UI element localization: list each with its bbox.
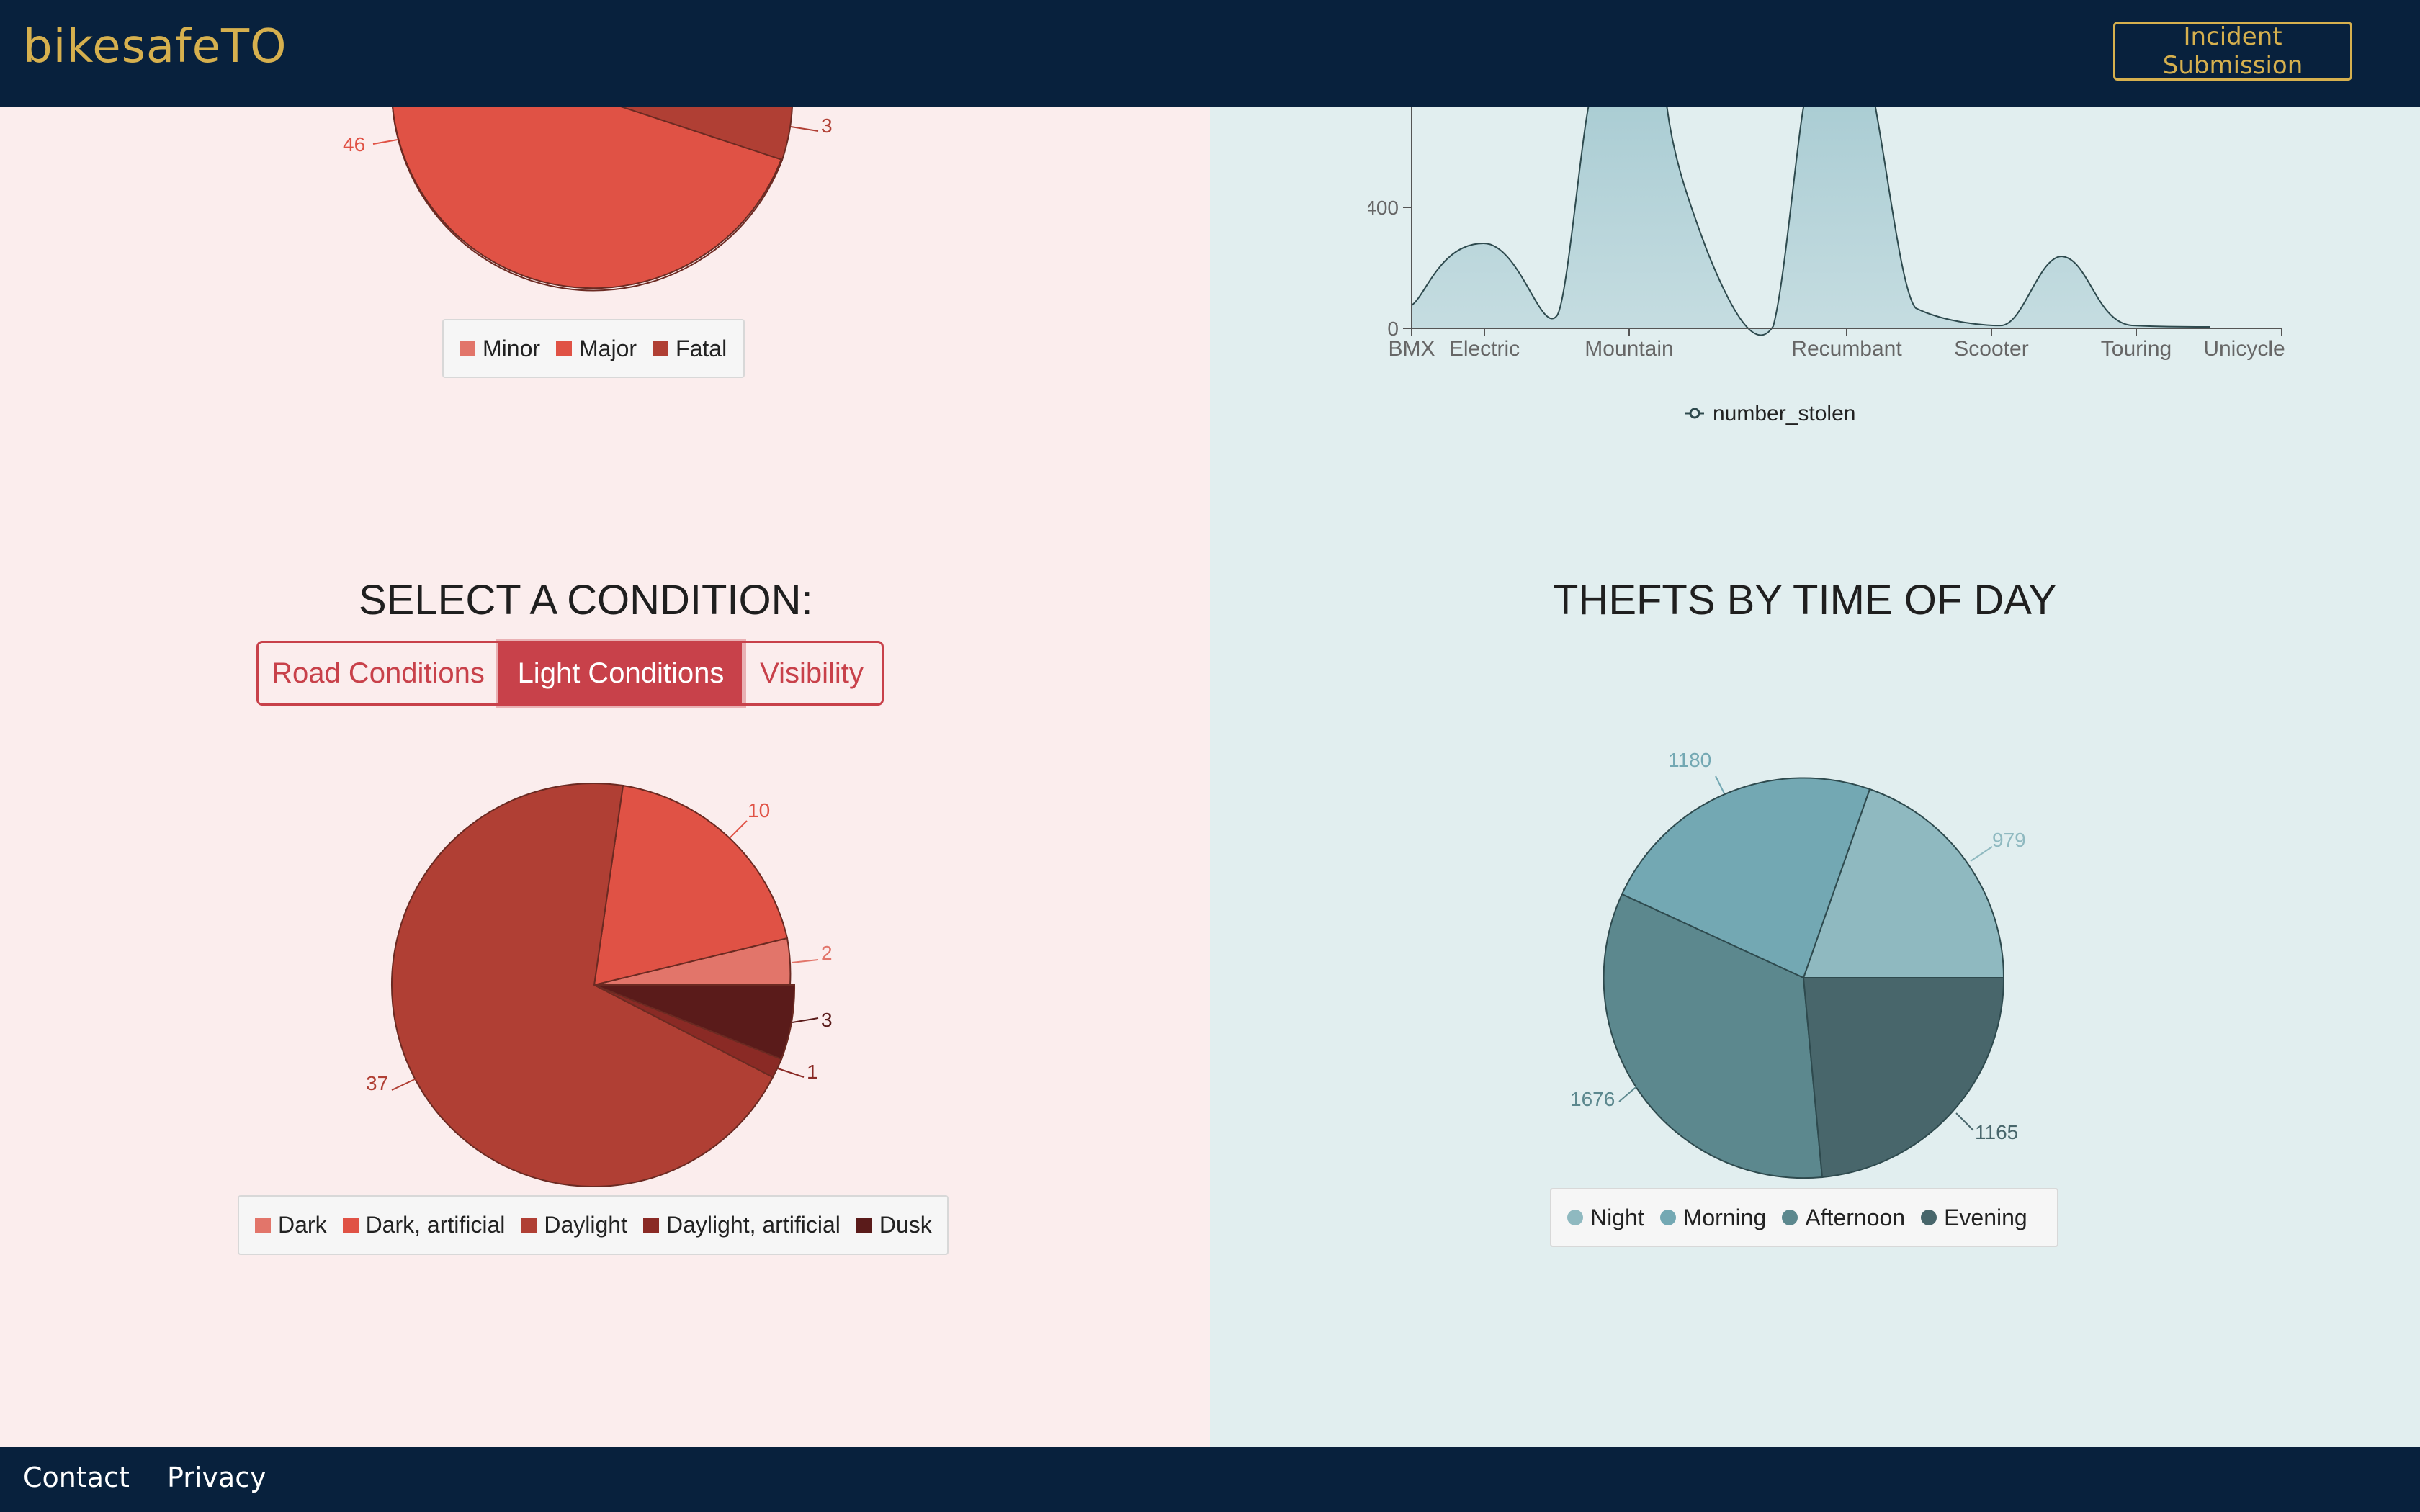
legend-item-afternoon[interactable]: Afternoon [1782,1205,1905,1231]
option-light-conditions[interactable]: Light Conditions [500,643,742,703]
legend-label: Dark, artificial [365,1212,506,1238]
label-daylight: 37 [366,1072,388,1094]
label-fatal: 3 [821,114,833,137]
legend-label: Minor [483,335,541,361]
legend-label: Afternoon [1805,1204,1906,1230]
condition-toggle-group: Road Conditions Light Conditions Visibil… [256,641,884,706]
thefts-time-legend: Night Morning Afternoon Evening [1550,1188,2058,1247]
label-dusk: 3 [821,1009,833,1031]
bike-type-area-chart: 400 0 BMX Electric Mountain Recumbant Sc… [1368,107,2285,426]
legend-swatch [255,1217,271,1233]
label-daylight-artificial: 1 [807,1061,818,1083]
label-afternoon: 1676 [1570,1088,1615,1110]
label-line [1618,1084,1640,1102]
top-navbar: bikesafeTO Incident Submission [0,0,2420,107]
legend-item-dark-artificial[interactable]: Dark, artificial [342,1212,506,1238]
legend-item-morning[interactable]: Morning [1659,1204,1767,1231]
legend-item-number-stolen[interactable]: number_stolen [1685,402,1855,426]
x-tick-label-electric: Electric [1449,337,1520,361]
legend-label: Fatal [676,335,727,361]
x-tick-label-mountain: Mountain [1585,337,1673,361]
legend-item-dusk[interactable]: Dusk [856,1212,932,1238]
legend-swatch [653,341,669,356]
legend-label: Major [579,335,637,361]
legend-dot-icon [1659,1210,1676,1225]
x-tick-label-scooter: Scooter [1954,337,2028,361]
label-line-fatal [790,126,819,132]
footer-link-privacy[interactable]: Privacy [167,1462,266,1493]
incident-submission-button[interactable]: Incident Submission [2113,22,2352,81]
label-line [777,1068,805,1078]
footer-link-contact[interactable]: Contact [23,1462,130,1493]
legend-swatch [556,341,573,356]
label-morning: 1180 [1668,749,1711,771]
x-tick-label-bmx: BMX [1388,337,1435,361]
area-fill-number-stolen [1412,107,2210,336]
severity-legend: Minor Major Fatal [442,319,745,378]
option-visibility[interactable]: Visibility [742,643,882,703]
x-tick-label-unicycle: Unicycle [2203,337,2285,361]
label-night: 979 [1992,829,2026,851]
legend-item-night[interactable]: Night [1567,1205,1644,1231]
light-conditions-legend: Dark Dark, artificial Daylight Daylight,… [238,1195,949,1255]
x-ticks [1411,328,2282,336]
severity-pie-chart: 46 3 [343,107,833,292]
legend-item-fatal[interactable]: Fatal [653,336,727,362]
legend-label: Daylight, artificial [666,1212,841,1238]
x-tick-label-touring: Touring [2101,337,2172,361]
legend-item-evening[interactable]: Evening [1921,1205,2027,1231]
legend-swatch [642,1217,659,1233]
option-road-conditions[interactable]: Road Conditions [259,643,500,703]
thefts-time-pie-chart: 979 1180 1676 1165 [1570,749,2026,1179]
light-conditions-pie-chart: 10 2 3 1 37 [366,782,833,1187]
label-line-major [372,139,398,145]
legend-item-daylight[interactable]: Daylight [521,1212,627,1238]
label-dark: 2 [821,942,833,964]
legend-item-minor[interactable]: Minor [460,336,540,362]
legend-dot-icon [1567,1210,1583,1225]
legend-label: number_stolen [1713,402,1855,426]
legend-swatch [856,1217,872,1233]
legend-dot-icon [1921,1210,1937,1225]
legend-swatch [521,1217,537,1233]
legend-label: Daylight [544,1212,627,1238]
footer: Contact Privacy [0,1447,2420,1512]
thefts-time-heading: THEFTS BY TIME OF DAY [1553,577,2057,624]
x-tick-label-recumbant: Recumbant [1791,337,1902,361]
legend-item-daylight-artificial[interactable]: Daylight, artificial [642,1212,841,1238]
label-line [792,1017,819,1023]
condition-heading: SELECT A CONDITION: [359,577,813,624]
pie-slice-evening[interactable] [1802,977,2005,1179]
legend-label: Morning [1682,1204,1767,1230]
legend-dot-icon [1782,1210,1798,1225]
legend-label: Dusk [879,1212,932,1238]
y-tick-label-400: 400 [1368,197,1399,219]
label-line [729,820,748,839]
label-line [791,959,819,963]
label-major: 46 [343,133,365,156]
legend-label: Evening [1944,1204,2027,1230]
legend-item-major[interactable]: Major [556,336,637,362]
legend-label: Night [1590,1204,1644,1230]
label-line [1715,775,1725,794]
label-line [391,1078,417,1091]
brand-logo[interactable]: bikesafeTO [23,20,287,73]
legend-marker-icon [1689,408,1700,419]
label-dark-artificial: 10 [748,799,770,822]
legend-swatch [342,1217,359,1233]
label-evening: 1165 [1975,1121,2018,1143]
legend-label: Dark [278,1212,327,1238]
legend-swatch [460,341,475,356]
label-line [1955,1112,1974,1131]
label-line [1970,846,1993,862]
legend-item-dark[interactable]: Dark [255,1212,327,1238]
